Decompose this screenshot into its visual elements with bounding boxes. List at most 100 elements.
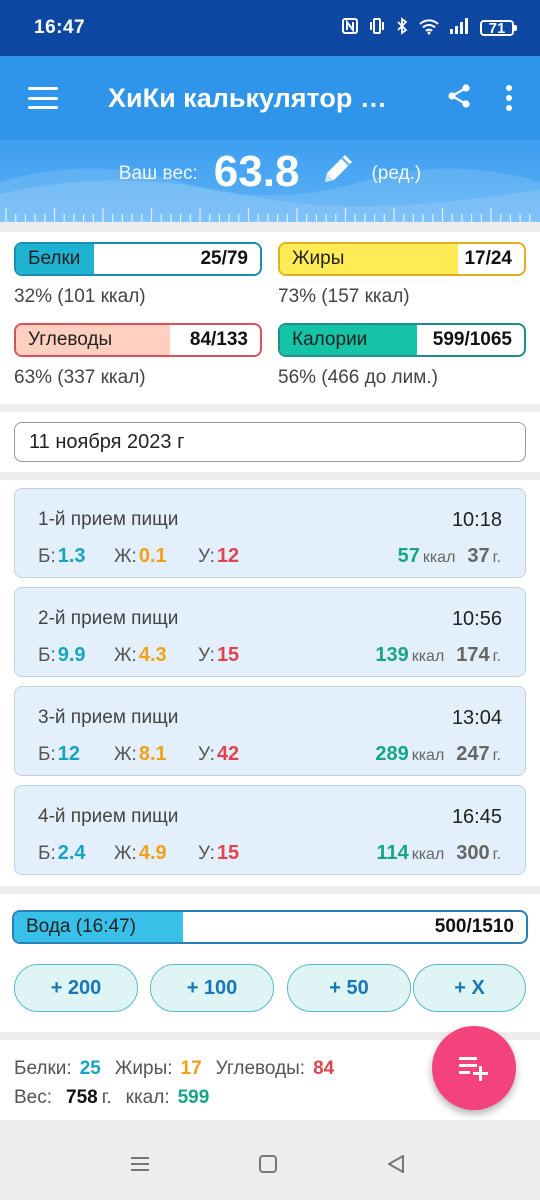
meal-grams: 37 (467, 545, 490, 567)
battery-icon: 71 (480, 20, 517, 37)
meal-name: 3-й прием пищи (38, 707, 179, 728)
summary-macros: Белки: 25 Жиры: 17 Углеводы: 84 (14, 1058, 334, 1080)
nav-back-icon[interactable] (386, 1154, 406, 1179)
fat-bar[interactable]: Жиры 17/24 (278, 242, 526, 276)
fat-abbr: Ж: (114, 744, 137, 765)
fat-abbr: Ж: (114, 843, 137, 864)
calories-value: 599/1065 (432, 329, 512, 350)
meal-stats: Б: 9.9 Ж: 4.3 У: 15 139 ккал 174 г. (38, 644, 501, 670)
nav-home-icon[interactable] (258, 1154, 278, 1179)
app-toolbar: ХиКи калькулятор калорий (0, 56, 540, 140)
carb-value: 84/133 (189, 329, 248, 350)
playlist-add-icon (459, 1057, 488, 1081)
gram-unit: г. (492, 549, 501, 566)
meal-time: 10:56 (451, 608, 502, 630)
add-meal-fab[interactable] (432, 1026, 516, 1110)
water-add-200-button[interactable]: + 200 (14, 964, 138, 1012)
carb-bar[interactable]: Углеводы 84/133 (14, 323, 262, 357)
app-title: ХиКи калькулятор калорий (108, 82, 398, 113)
nfc-icon (341, 17, 359, 39)
status-bar: 16:47 71 (0, 0, 540, 56)
meal-carb: 15 (216, 842, 240, 864)
protein-value: 25/79 (200, 248, 248, 269)
pencil-icon[interactable] (317, 150, 357, 195)
meal-protein: 1.3 (57, 545, 86, 567)
meal-protein: 12 (57, 743, 80, 765)
gram-unit: г. (492, 648, 501, 665)
meal-fat: 8.1 (138, 743, 167, 765)
ruler-scale (5, 208, 531, 222)
meal-stats: Б: 1.3 Ж: 0.1 У: 12 57 ккал 37 г. (38, 545, 501, 571)
fat-percent: 73% (157 ккал) (278, 286, 410, 307)
kcal-unit: ккал (411, 747, 445, 764)
meal-grams: 300 (456, 842, 490, 864)
meal-fat: 0.1 (138, 545, 167, 567)
summary-carb: 84 (313, 1058, 335, 1079)
meal-item[interactable]: 4-й прием пищи 16:45 Б: 2.4 Ж: 4.9 У: 15 11… (14, 785, 526, 875)
summary-weight-label: Вес: (14, 1087, 53, 1108)
gram-unit: г. (492, 747, 501, 764)
calories-percent: 56% (466 до лим.) (278, 367, 438, 388)
more-vert-icon[interactable] (506, 85, 512, 111)
meal-item[interactable]: 1-й прием пищи 10:18 Б: 1.3 Ж: 0.1 У: 12 57… (14, 488, 526, 578)
summary-weight: 758 (66, 1087, 98, 1108)
fat-abbr: Ж: (114, 645, 137, 666)
macro-summary-card: Белки 25/79 32% (101 ккал) Жиры 17/24 73… (0, 232, 540, 404)
water-bar[interactable]: Вода (16:47) 500/1510 (12, 910, 528, 944)
water-add-custom-button[interactable]: + X (413, 964, 526, 1012)
meal-fat: 4.9 (138, 842, 167, 864)
water-value: 500/1510 (434, 916, 514, 937)
edit-weight-link[interactable]: (ред.) (371, 163, 421, 185)
meal-protein: 2.4 (57, 842, 86, 864)
meal-item[interactable]: 3-й прием пищи 13:04 Б: 12 Ж: 8.1 У: 42 289… (14, 686, 526, 776)
date-selector[interactable]: 11 ноября 2023 г (14, 422, 526, 462)
carb-abbr: У: (198, 645, 215, 666)
meal-kcal: 289 (375, 743, 409, 765)
bluetooth-icon (395, 17, 409, 39)
meal-protein: 9.9 (57, 644, 86, 666)
kcal-unit: ккал (411, 648, 445, 665)
weight-value: 63.8 (213, 147, 300, 196)
weight-row[interactable]: Ваш вес: 63.8 (ред.) (0, 140, 540, 204)
meal-item[interactable]: 2-й прием пищи 10:56 Б: 9.9 Ж: 4.3 У: 15 13… (14, 587, 526, 677)
summary-kcal-label: ккал: (125, 1087, 170, 1108)
fat-value: 17/24 (464, 248, 512, 269)
calories-bar[interactable]: Калории 599/1065 (278, 323, 526, 357)
fat-label: Жиры (292, 248, 345, 269)
meals-list: 1-й прием пищи 10:18 Б: 1.3 Ж: 0.1 У: 12 57… (0, 480, 540, 886)
meal-stats: Б: 12 Ж: 8.1 У: 42 289 ккал 247 г. (38, 743, 501, 769)
summary-protein-label: Белки: (14, 1058, 72, 1079)
share-icon[interactable] (446, 83, 472, 114)
protein-abbr: Б: (38, 843, 56, 864)
fat-abbr: Ж: (114, 546, 137, 567)
menu-icon[interactable] (28, 87, 58, 109)
meal-carb: 42 (216, 743, 240, 765)
carb-abbr: У: (198, 546, 215, 567)
summary-fat-label: Жиры: (114, 1058, 173, 1079)
wifi-icon (418, 17, 440, 39)
meal-time: 16:45 (451, 806, 502, 828)
protein-label: Белки (28, 248, 81, 269)
date-card: 11 ноября 2023 г (0, 412, 540, 472)
water-add-100-button[interactable]: + 100 (150, 964, 274, 1012)
meal-kcal: 139 (375, 644, 409, 666)
summary-weight-unit: г. (101, 1087, 112, 1108)
protein-abbr: Б: (38, 744, 56, 765)
carb-label: Углеводы (28, 329, 113, 350)
nav-menu-icon[interactable] (129, 1154, 151, 1179)
meal-kcal: 114 (376, 842, 409, 864)
status-time: 16:47 (34, 17, 86, 38)
summary-kcal: 599 (177, 1087, 210, 1108)
meal-carb: 12 (216, 545, 240, 567)
system-nav-bar (0, 1130, 540, 1200)
carb-percent: 63% (337 ккал) (14, 367, 146, 388)
gram-unit: г. (492, 846, 501, 863)
weight-header: Ваш вес: 63.8 (ред.) (0, 140, 540, 222)
carb-abbr: У: (198, 744, 215, 765)
protein-bar[interactable]: Белки 25/79 (14, 242, 262, 276)
vibrate-icon (368, 17, 386, 39)
water-add-50-button[interactable]: + 50 (287, 964, 411, 1012)
summary-fat: 17 (180, 1058, 202, 1079)
summary-protein: 25 (79, 1058, 101, 1079)
carb-abbr: У: (198, 843, 215, 864)
